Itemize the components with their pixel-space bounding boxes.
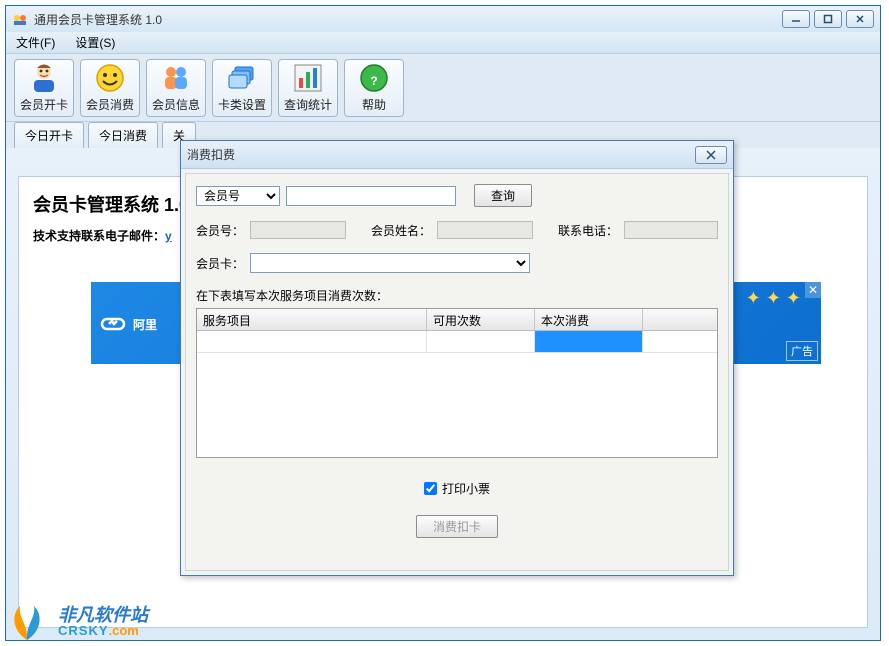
maximize-button[interactable] bbox=[814, 10, 842, 28]
chart-icon bbox=[292, 62, 324, 94]
support-label: 技术支持联系电子邮件： bbox=[33, 229, 165, 243]
cell-blank bbox=[643, 331, 717, 353]
instruction-text: 在下表填写本次服务项目消费次数： bbox=[196, 287, 718, 304]
search-row: 会员号 查询 bbox=[196, 184, 718, 207]
label-member-no: 会员号： bbox=[196, 222, 244, 239]
member-info-row: 会员号： 会员姓名： 联系电话： bbox=[196, 221, 718, 239]
help-icon: ? bbox=[358, 62, 390, 94]
toolbar-label: 会员消费 bbox=[86, 96, 134, 113]
col-this: 本次消费 bbox=[535, 309, 643, 330]
banner-text: 阿里 bbox=[133, 316, 157, 333]
tab-today-consume[interactable]: 今日消费 bbox=[88, 122, 158, 148]
grid-row[interactable] bbox=[197, 331, 717, 353]
person-card-icon bbox=[28, 62, 60, 94]
svg-text:?: ? bbox=[370, 74, 377, 88]
cards-stack-icon bbox=[226, 62, 258, 94]
tab-today-card[interactable]: 今日开卡 bbox=[14, 122, 84, 148]
service-grid[interactable]: 服务项目 可用次数 本次消费 bbox=[196, 308, 718, 458]
field-member-name bbox=[437, 221, 533, 239]
watermark-domain1: CRSKY bbox=[58, 623, 109, 638]
menu-settings[interactable]: 设置(S) bbox=[69, 32, 121, 53]
banner-ad-tag: 广告 bbox=[786, 341, 818, 361]
window-controls bbox=[782, 10, 874, 28]
toolbar-label: 会员信息 bbox=[152, 96, 200, 113]
submit-row: 消费扣卡 bbox=[196, 515, 718, 538]
toolbar-info[interactable]: 会员信息 bbox=[146, 59, 206, 117]
toolbar: 会员开卡 会员消费 会员信息 卡类设置 查询统计 ? 帮助 bbox=[6, 54, 880, 122]
banner-stars: ✦ ✦ ✦ bbox=[746, 288, 801, 309]
cell-this-consume[interactable] bbox=[535, 331, 643, 353]
search-input[interactable] bbox=[286, 186, 456, 206]
toolbar-card-type[interactable]: 卡类设置 bbox=[212, 59, 272, 117]
support-link[interactable]: y bbox=[165, 229, 172, 243]
toolbar-consume[interactable]: 会员消费 bbox=[80, 59, 140, 117]
people-icon bbox=[160, 62, 192, 94]
submit-button[interactable]: 消费扣卡 bbox=[416, 515, 498, 538]
minimize-button[interactable] bbox=[782, 10, 810, 28]
window-title: 通用会员卡管理系统 1.0 bbox=[34, 11, 782, 28]
dialog-title-bar: 消费扣费 bbox=[181, 141, 733, 169]
field-phone bbox=[624, 221, 718, 239]
cell-service[interactable] bbox=[197, 331, 427, 353]
col-available: 可用次数 bbox=[427, 309, 535, 330]
print-receipt-checkbox[interactable] bbox=[424, 482, 437, 495]
title-bar: 通用会员卡管理系统 1.0 bbox=[6, 6, 880, 32]
banner-logo: 阿里 bbox=[99, 310, 157, 338]
grid-header: 服务项目 可用次数 本次消费 bbox=[197, 309, 717, 331]
print-receipt-label: 打印小票 bbox=[442, 480, 490, 497]
col-service: 服务项目 bbox=[197, 309, 427, 330]
query-button[interactable]: 查询 bbox=[474, 184, 532, 207]
cell-available[interactable] bbox=[427, 331, 535, 353]
member-card-select[interactable] bbox=[250, 253, 530, 273]
label-member-card: 会员卡： bbox=[196, 255, 244, 272]
banner-close-icon[interactable]: ✕ bbox=[805, 282, 821, 298]
toolbar-open-card[interactable]: 会员开卡 bbox=[14, 59, 74, 117]
menu-bar: 文件(F) 设置(S) bbox=[6, 32, 880, 54]
watermark-domain2: .com bbox=[109, 623, 139, 638]
search-type-select[interactable]: 会员号 bbox=[196, 186, 280, 206]
watermark-icon bbox=[6, 600, 48, 642]
dialog-close-button[interactable] bbox=[695, 146, 727, 164]
toolbar-label: 查询统计 bbox=[284, 96, 332, 113]
print-row: 打印小票 bbox=[196, 480, 718, 497]
label-phone: 联系电话： bbox=[558, 222, 618, 239]
smiley-icon bbox=[94, 62, 126, 94]
dialog-title: 消费扣费 bbox=[187, 146, 695, 163]
toolbar-help[interactable]: ? 帮助 bbox=[344, 59, 404, 117]
toolbar-label: 帮助 bbox=[362, 96, 386, 113]
label-member-name: 会员姓名： bbox=[371, 222, 431, 239]
close-button[interactable] bbox=[846, 10, 874, 28]
toolbar-label: 会员开卡 bbox=[20, 96, 68, 113]
field-member-no bbox=[250, 221, 346, 239]
toolbar-label: 卡类设置 bbox=[218, 96, 266, 113]
app-icon bbox=[12, 11, 28, 27]
card-row: 会员卡： bbox=[196, 253, 718, 273]
col-blank bbox=[643, 309, 717, 330]
watermark: 非凡软件站 CRSKY.com bbox=[6, 600, 52, 642]
dialog-body: 会员号 查询 会员号： 会员姓名： 联系电话： 会员卡： 在下表填写本次服务项目… bbox=[185, 173, 729, 571]
menu-file[interactable]: 文件(F) bbox=[10, 32, 61, 53]
consume-dialog: 消费扣费 会员号 查询 会员号： 会员姓名： 联系电话： 会员卡： bbox=[180, 140, 734, 576]
toolbar-stats[interactable]: 查询统计 bbox=[278, 59, 338, 117]
